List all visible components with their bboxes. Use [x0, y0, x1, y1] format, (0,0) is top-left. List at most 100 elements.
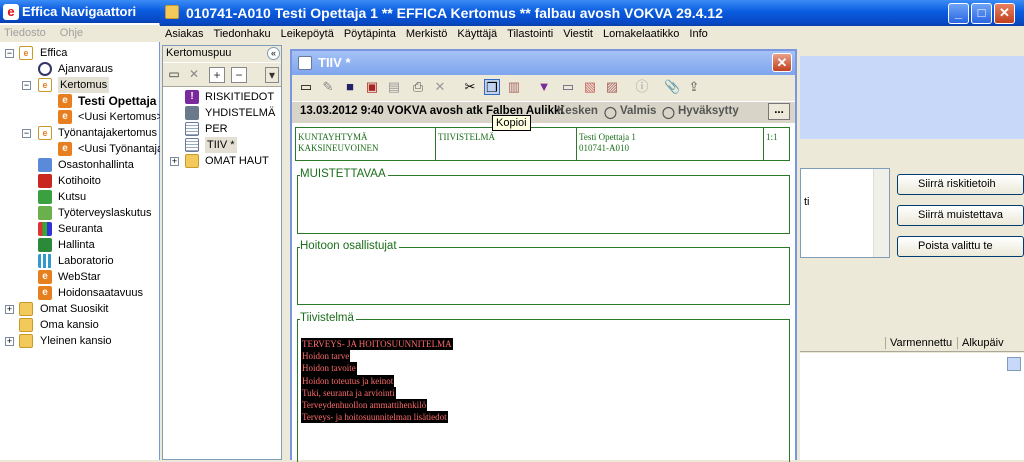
menu-poytapinta[interactable]: Pöytäpinta [344, 28, 396, 40]
tree-item-seuranta[interactable]: Seuranta [58, 221, 103, 237]
tree-item-webstar[interactable]: WebStar [58, 269, 101, 285]
copy-icon[interactable]: ❐ [484, 79, 500, 95]
tree-item-kutsu[interactable]: Kutsu [58, 189, 86, 205]
expand-toggle[interactable]: + [5, 337, 14, 346]
menu-merkisto[interactable]: Merkistö [406, 28, 448, 40]
view-icon[interactable]: ▭ [560, 79, 576, 95]
forms-icon[interactable]: ▨ [604, 79, 620, 95]
status-hyvaksytty-radio[interactable]: ◯ [662, 105, 675, 119]
attachment-icon[interactable]: 📎 [664, 79, 680, 95]
navigator-title: Effica Navigaattori [22, 4, 137, 19]
kertomuspuu-item-yhdistelma[interactable]: YHDISTELMÄ [205, 105, 275, 121]
export-icon[interactable]: ⇪ [686, 79, 702, 95]
grid-body[interactable] [800, 353, 1024, 460]
new-document-icon[interactable]: ▭ [166, 67, 182, 83]
kertomuspuu-item-riskitiedot[interactable]: RISKITIEDOT [205, 89, 274, 105]
menu-tilastointi[interactable]: Tilastointi [507, 28, 553, 40]
dialog-close-button[interactable]: ✕ [772, 53, 792, 72]
collapse-panel-icon[interactable]: « [267, 47, 280, 60]
poista-valittu-button[interactable]: Poista valittu te [897, 236, 1024, 257]
menu-kayttaja[interactable]: Käyttäjä [457, 28, 497, 40]
collapse-all-icon[interactable]: − [231, 67, 247, 83]
main-menu-bar: Asiakas Tiedonhaku Leikepöytä Pöytäpinta Mer… [162, 27, 721, 44]
dropdown-icon[interactable]: ▾ [265, 67, 279, 83]
save-close-icon[interactable]: ▣ [364, 79, 380, 95]
column-varmennettu[interactable]: Varmennettu [885, 337, 952, 349]
save-icon[interactable]: ■ [342, 79, 358, 95]
status-kesken[interactable]: Kesken [557, 105, 598, 117]
kertomuspuu-item-tiiv[interactable]: TIIV * [205, 137, 237, 153]
edit-icon[interactable]: ✎ [320, 79, 336, 95]
scrollbar[interactable] [873, 169, 889, 257]
menu-ohje[interactable]: Ohje [60, 27, 83, 39]
new-icon[interactable]: ▭ [298, 79, 314, 95]
siirra-muistettaviin-button[interactable]: Siirrä muistettava [897, 205, 1024, 226]
more-button[interactable]: ... [768, 103, 790, 120]
grid-header: Varmennettu Alkupäiv [800, 334, 1024, 352]
muistettavaa-section[interactable]: MUISTETTAVAA [297, 168, 790, 234]
collapse-toggle[interactable]: − [22, 129, 31, 138]
menu-leikepoyta[interactable]: Leikepöytä [281, 28, 334, 40]
tree-item-kotihoito[interactable]: Kotihoito [58, 173, 101, 189]
tree-item-tyoterveyslaskutus[interactable]: Työterveyslaskutus [58, 205, 152, 221]
delete-icon[interactable]: ✕ [186, 67, 202, 83]
menu-info[interactable]: Info [689, 28, 707, 40]
tiivistelma-section[interactable]: Tiivistelmä TERVEYS- JA HOITOSUUNNITELMA… [297, 312, 790, 462]
tree-item-osastonhallinta[interactable]: Osastonhallinta [58, 157, 134, 173]
sign-icon[interactable]: ▤ [386, 79, 402, 95]
tree-item-kertomus[interactable]: Kertomus [58, 77, 110, 93]
scrollbar-thumb[interactable] [1007, 357, 1021, 371]
status-valmis[interactable]: Valmis [620, 105, 656, 117]
tree-item-omat-suosikit[interactable]: Omat Suosikit [40, 301, 108, 317]
tree-item-effica[interactable]: Effica [40, 45, 67, 61]
print-icon[interactable]: ⎙ [410, 79, 426, 95]
paste-icon[interactable]: ▥ [506, 79, 522, 95]
expand-toggle[interactable]: + [5, 305, 14, 314]
cut-icon[interactable]: ✂ [462, 79, 478, 95]
document-icon [185, 138, 199, 152]
tree-item-tyonantajakertomus[interactable]: Työnantajakertomus [58, 125, 157, 141]
info-icon[interactable]: ⓘ [634, 79, 650, 95]
maximize-button[interactable]: □ [971, 3, 992, 24]
close-button[interactable]: ✕ [994, 3, 1015, 24]
tree-item-uusi-tyonantaja[interactable]: <Uusi Työnantaja [78, 141, 163, 157]
dialog-title-bar[interactable]: TIIV * ✕ [292, 51, 795, 75]
tiivistelma-line: Hoidon tarve [301, 350, 351, 363]
tiivistelma-label: Tiivistelmä [300, 312, 356, 324]
tree-item-oma-kansio[interactable]: Oma kansio [40, 317, 99, 333]
tree-item-testi-opettaja[interactable]: Testi Opettaja [78, 93, 156, 109]
expand-all-icon[interactable]: + [209, 67, 225, 83]
status-hyvaksytty[interactable]: Hyväksytty [678, 105, 739, 117]
tree-item-hoidonsaatavuus[interactable]: Hoidonsaatavuus [58, 285, 143, 301]
minimize-button[interactable]: _ [948, 3, 969, 24]
notes-list[interactable]: ti [800, 168, 890, 258]
menu-viestit[interactable]: Viestit [563, 28, 593, 40]
column-alkupaiva[interactable]: Alkupäiv [957, 337, 1004, 349]
expand-toggle[interactable]: + [170, 157, 179, 166]
menu-tiedonhaku[interactable]: Tiedonhaku [214, 28, 271, 40]
tiivistelma-text[interactable]: TERVEYS- JA HOITOSUUNNITELMA Hoidon tarv… [301, 338, 453, 424]
tree-item-uusi-kertomus[interactable]: <Uusi Kertomus> [78, 109, 163, 125]
tree-item-laboratorio[interactable]: Laboratorio [58, 253, 114, 269]
header-panel [800, 56, 1024, 139]
tree-item-yleinen-kansio[interactable]: Yleinen kansio [40, 333, 112, 349]
hoitoon-osallistujat-section[interactable]: Hoitoon osallistujat [297, 240, 790, 305]
siirra-riskitietoihin-button[interactable]: Siirrä riskitietoih [897, 174, 1024, 195]
status-valmis-radio[interactable]: ◯ [604, 105, 617, 119]
collapse-toggle[interactable]: − [22, 81, 31, 90]
kertomuspuu-item-omat-haut[interactable]: OMAT HAUT [205, 153, 269, 169]
chart-icon [38, 222, 52, 236]
menu-tiedosto[interactable]: Tiedosto [4, 27, 46, 39]
collapse-toggle[interactable]: − [5, 49, 14, 58]
tree-item-ajanvaraus[interactable]: Ajanvaraus [58, 61, 113, 77]
tree-item-hallinta[interactable]: Hallinta [58, 237, 95, 253]
risk-icon[interactable]: ▼ [536, 79, 552, 95]
organization-line-2: KAKSINEUVOINEN [298, 143, 379, 153]
template-icon[interactable]: ▧ [582, 79, 598, 95]
kertomuspuu-item-per[interactable]: PER [205, 121, 228, 137]
menu-lomakelaatikko[interactable]: Lomakelaatikko [603, 28, 679, 40]
navigator-title-bar[interactable]: e Effica Navigaattori [0, 0, 160, 23]
main-title-bar[interactable]: 010741-A010 Testi Opettaja 1 ** EFFICA K… [160, 0, 1024, 26]
cancel-icon[interactable]: ✕ [432, 79, 448, 95]
menu-asiakas[interactable]: Asiakas [165, 28, 204, 40]
